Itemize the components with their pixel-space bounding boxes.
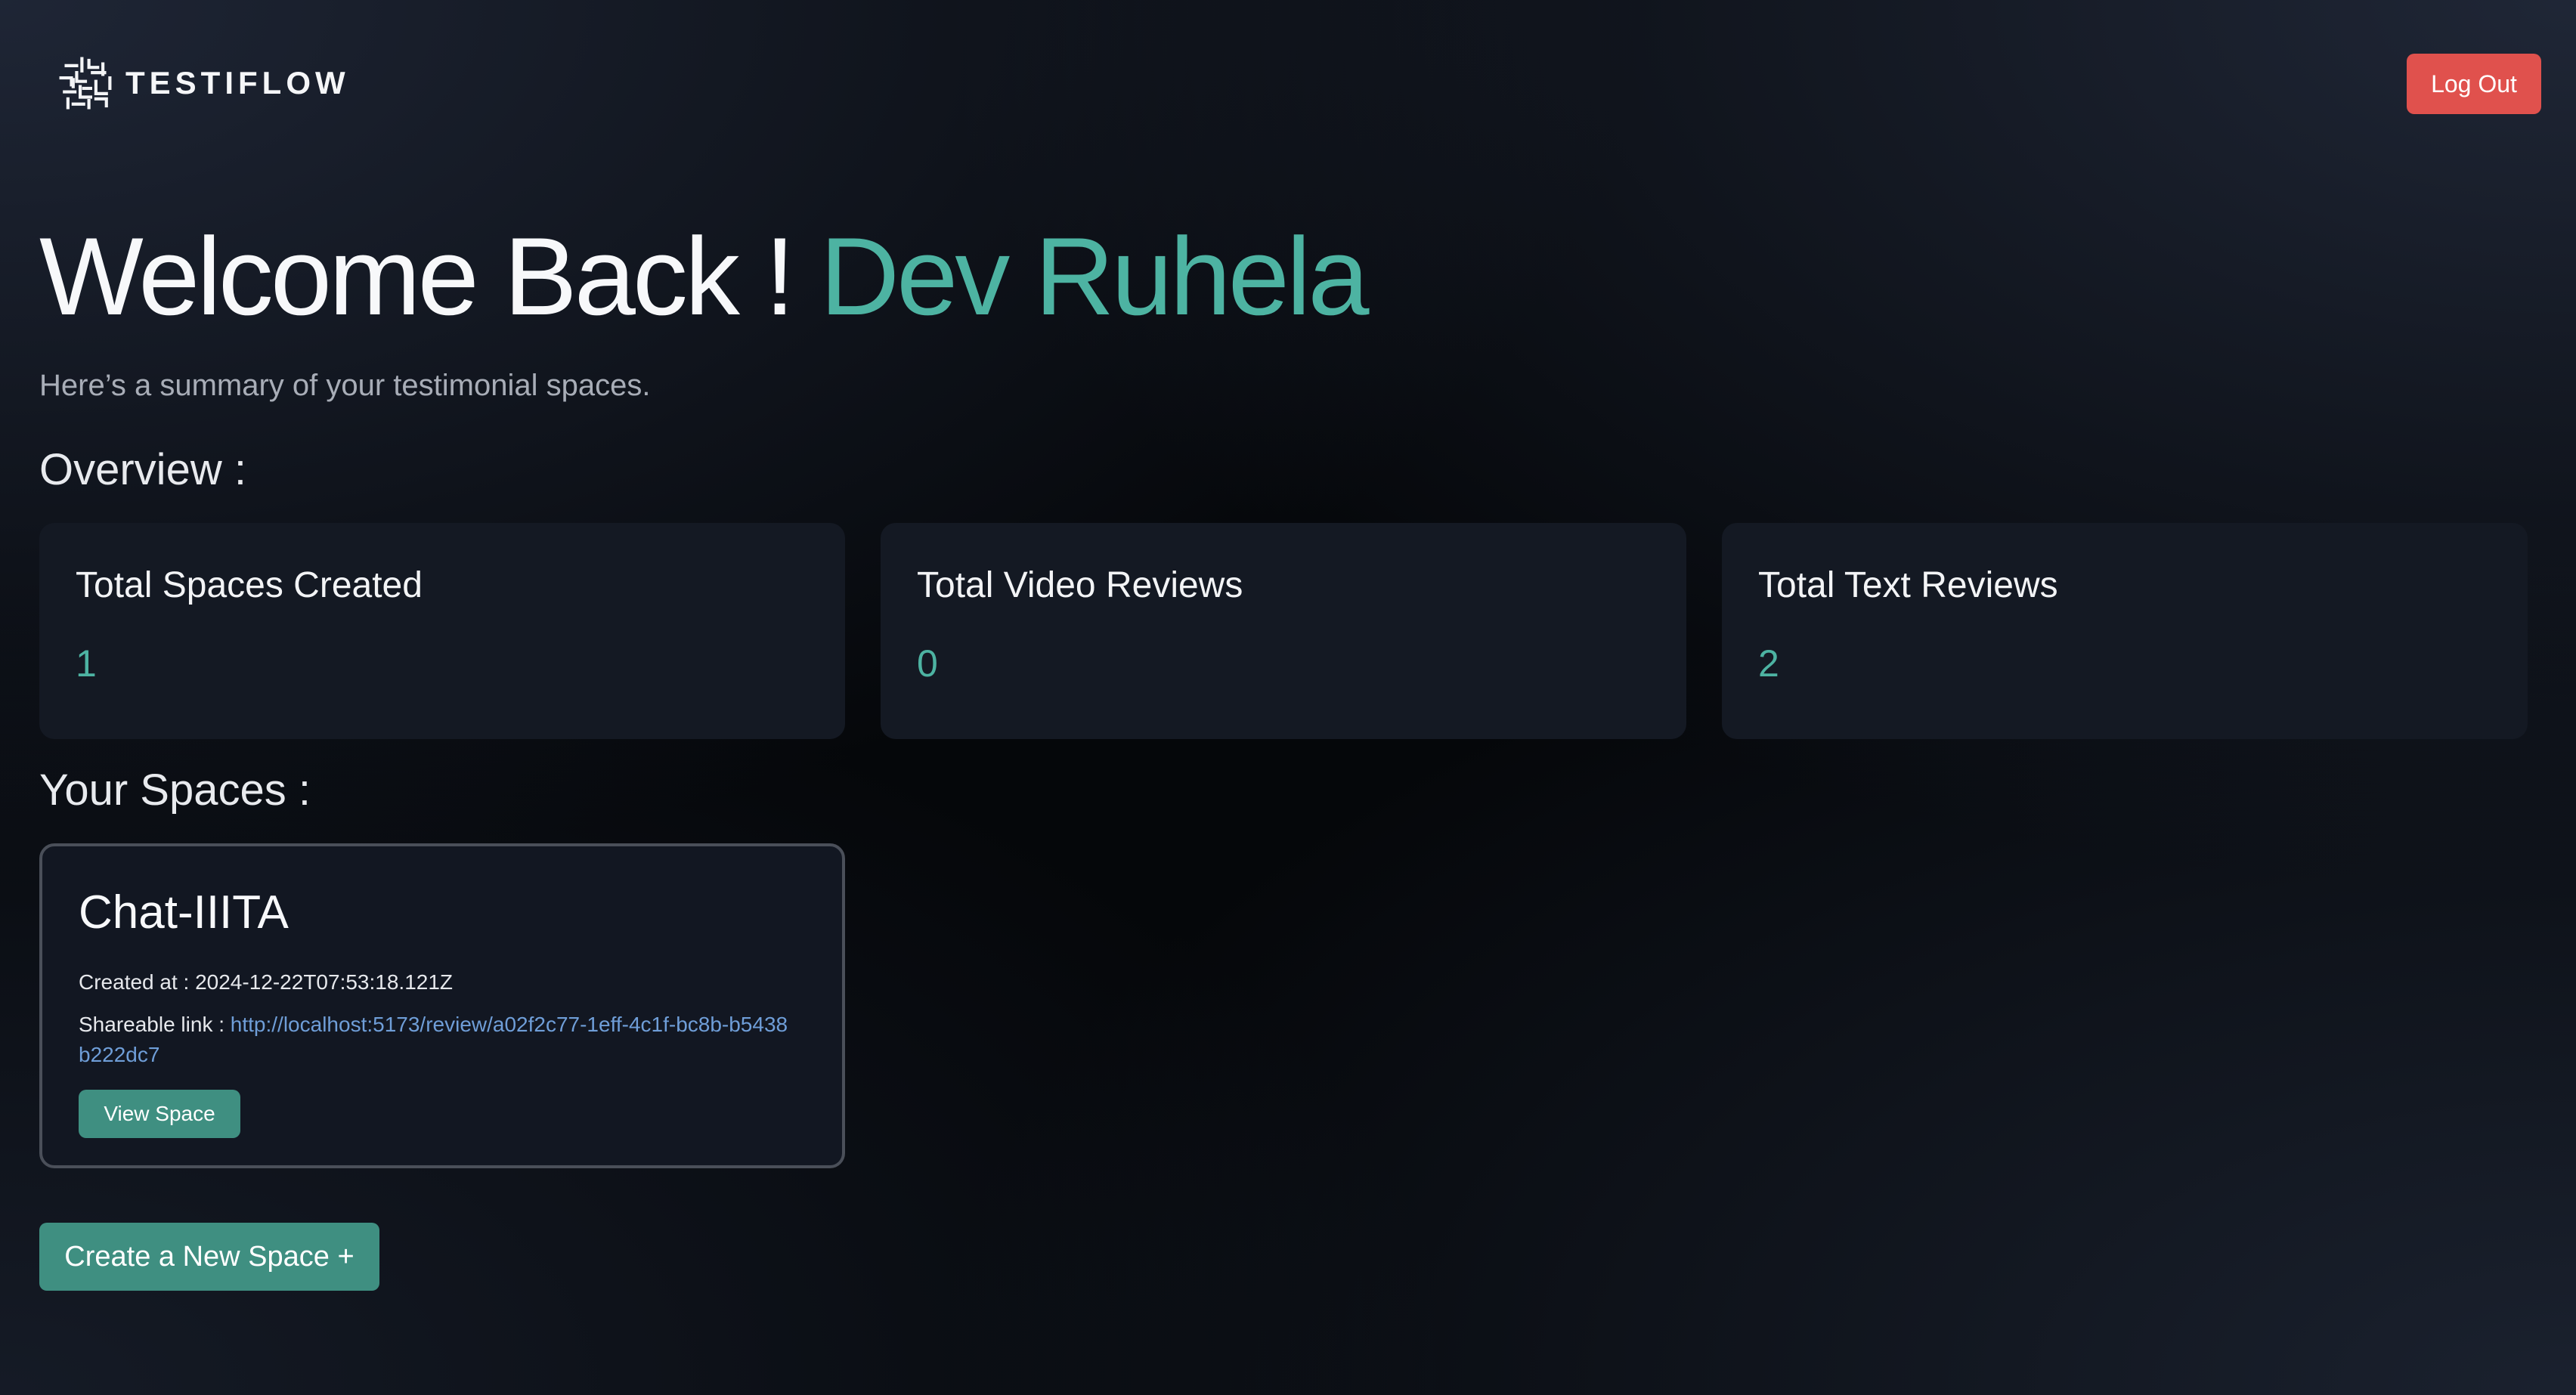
brand-logo[interactable]: TESTIFLOW (57, 54, 350, 112)
total-spaces-card: Total Spaces Created 1 (39, 523, 845, 739)
created-at-label: Created at : (79, 970, 190, 994)
user-name: Dev Ruhela (819, 215, 1370, 338)
total-spaces-label: Total Spaces Created (76, 565, 423, 605)
total-video-reviews-label: Total Video Reviews (917, 565, 1243, 605)
total-video-reviews-card: Total Video Reviews 0 (881, 523, 1686, 739)
shareable-link-row: Shareable link : http://localhost:5173/r… (79, 1010, 789, 1070)
dashboard-subtitle: Here’s a summary of your testimonial spa… (39, 369, 651, 402)
created-at-value: 2024-12-22T07:53:18.121Z (195, 970, 454, 994)
created-at-row: Created at : 2024-12-22T07:53:18.121Z (79, 967, 453, 998)
space-name: Chat-IIITA (79, 886, 289, 939)
welcome-greeting: Welcome Back ! (39, 215, 795, 338)
top-header: TESTIFLOW Log Out (0, 0, 2576, 166)
welcome-heading: Welcome Back ! Dev Ruhela (39, 215, 1370, 338)
maze-logo-icon (59, 57, 112, 110)
overview-title: Overview : (39, 445, 246, 494)
shareable-link-label: Shareable link : (79, 1013, 225, 1036)
brand-name: TESTIFLOW (125, 65, 350, 101)
your-spaces-title: Your Spaces : (39, 766, 311, 815)
view-space-button[interactable]: View Space (79, 1090, 240, 1138)
total-text-reviews-card: Total Text Reviews 2 (1722, 523, 2528, 739)
log-out-button[interactable]: Log Out (2407, 54, 2541, 114)
total-text-reviews-label: Total Text Reviews (1758, 565, 2058, 605)
total-spaces-value: 1 (76, 642, 97, 685)
space-card: Chat-IIITA Created at : 2024-12-22T07:53… (39, 843, 845, 1168)
total-text-reviews-value: 2 (1758, 642, 1779, 685)
total-video-reviews-value: 0 (917, 642, 938, 685)
create-new-space-button[interactable]: Create a New Space + (39, 1223, 379, 1291)
